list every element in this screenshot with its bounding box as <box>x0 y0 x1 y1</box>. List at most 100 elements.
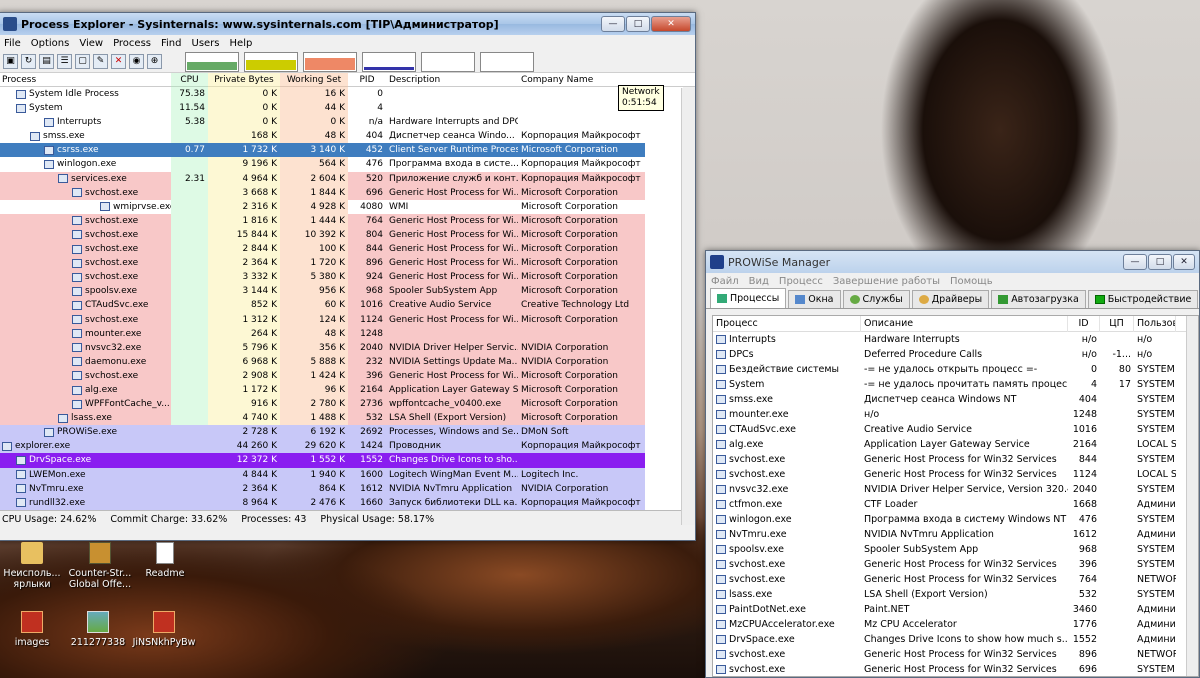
io-graph[interactable] <box>303 51 357 72</box>
table-row[interactable]: svchost.exe 1 816 K1 444 K 764 Generic Host… <box>0 213 683 228</box>
list-item[interactable]: svchost.exe Generic Host Process for Win3… <box>713 467 1198 482</box>
col-private-bytes[interactable]: Private Bytes <box>208 72 280 87</box>
menu-find[interactable]: Find <box>156 38 187 49</box>
table-row[interactable]: svchost.exe 2 364 K1 720 K 896 Generic Host… <box>0 256 683 271</box>
list-item[interactable]: smss.exe Диспетчер сеанса Windows NT 404 SY… <box>713 392 1198 407</box>
col-cpu[interactable]: CPU <box>171 72 208 87</box>
pw-menu-process[interactable]: Процесс <box>774 276 828 287</box>
system-info-icon[interactable]: ▤ <box>39 54 54 69</box>
list-item[interactable]: svchost.exe Generic Host Process for Win3… <box>713 647 1198 662</box>
desktop-icon-unused-shortcuts[interactable]: Неисполь... ярлыки <box>0 542 64 590</box>
table-row[interactable]: alg.exe 1 172 K 96 K 2164 Application Layer … <box>0 382 683 398</box>
desktop-icon-jinsnkhpybw[interactable]: JiNSNkhPyBw <box>132 611 196 648</box>
pw-menu-shutdown[interactable]: Завершение работы <box>828 276 945 287</box>
tab-processes[interactable]: Процессы <box>710 288 787 308</box>
list-item[interactable]: System -= не удалось прочитать память про… <box>713 377 1198 392</box>
refresh-icon[interactable]: ↻ <box>21 54 36 69</box>
list-item[interactable]: svchost.exe Generic Host Process for Win3… <box>713 572 1198 587</box>
kill-process-icon[interactable]: ✕ <box>111 54 126 69</box>
table-row[interactable]: svchost.exe 3 668 K1 844 K 696 Generic Host… <box>0 185 683 200</box>
table-row[interactable]: wmiprvse.exe 2 316 K4 928 K 4080 WMI Microso… <box>0 199 683 214</box>
table-row[interactable]: daemonu.exe 6 968 K5 888 K 232 NVIDIA Setti… <box>0 354 683 369</box>
network-graph[interactable] <box>362 51 416 72</box>
table-row[interactable]: services.exe 2.31 4 964 K2 604 K 520 Приложе… <box>0 171 683 186</box>
menu-users[interactable]: Users <box>187 38 225 49</box>
commit-graph[interactable] <box>244 51 298 72</box>
list-item[interactable]: Interrupts Hardware Interrupts н/о н/о <box>713 332 1198 347</box>
tree-view-icon[interactable]: ☰ <box>57 54 72 69</box>
close-button[interactable]: ✕ <box>651 16 691 32</box>
desktop-icon-csgo[interactable]: Counter-Str... Global Offe... <box>68 542 132 590</box>
table-row[interactable]: CTAudSvc.exe 852 K 60 K 1016 Creative Audio … <box>0 298 683 313</box>
tab-performance[interactable]: Быстродействие <box>1087 290 1199 308</box>
list-item[interactable]: nvsvc32.exe NVIDIA Driver Helper Service,… <box>713 482 1198 497</box>
maximize-button[interactable]: □ <box>626 16 650 32</box>
desktop-icon-211277338[interactable]: 211277338 <box>66 611 130 648</box>
list-item[interactable]: svchost.exe Generic Host Process for Win3… <box>713 452 1198 467</box>
pw-col-cpu[interactable]: ЦП <box>1100 316 1134 332</box>
list-item[interactable]: ctfmon.exe CTF Loader 1668 Админист <box>713 497 1198 512</box>
process-explorer-window[interactable]: Process Explorer - Sysinternals: www.sys… <box>0 12 696 541</box>
prowise-manager-window[interactable]: PROWiSe Manager — □ ✕ Файл Вид Процесс З… <box>705 250 1200 678</box>
pw-col-process[interactable]: Процесс <box>713 316 861 332</box>
list-item[interactable]: alg.exe Application Layer Gateway Service… <box>713 437 1198 452</box>
tab-drivers[interactable]: Драйверы <box>911 290 990 308</box>
pw-menu-file[interactable]: Файл <box>706 276 744 287</box>
gpu-graph[interactable] <box>480 51 534 72</box>
pw-vertical-scrollbar[interactable] <box>1186 316 1198 676</box>
target-icon[interactable]: ⊕ <box>147 54 162 69</box>
table-row[interactable]: csrss.exe 0.77 1 732 K3 140 K 452 Client Ser… <box>0 143 683 158</box>
table-row[interactable]: rundll32.exe 8 964 K2 476 K 1660 Запуск биб… <box>0 495 683 510</box>
table-row[interactable]: lsass.exe 4 740 K1 488 K 532 LSA Shell (Exp… <box>0 411 683 426</box>
pw-menu-help[interactable]: Помощь <box>945 276 998 287</box>
table-row[interactable]: explorer.exe 44 260 K 29 620 K 1424 Проводни… <box>0 439 683 454</box>
list-item[interactable]: svchost.exe Generic Host Process for Win3… <box>713 557 1198 572</box>
save-icon[interactable]: ▣ <box>3 54 18 69</box>
table-row[interactable]: svchost.exe 3 332 K5 380 K 924 Generic Host… <box>0 270 683 285</box>
pw-col-description[interactable]: Описание <box>861 316 1068 332</box>
desktop-icon-readme[interactable]: Readme <box>133 542 197 579</box>
table-row[interactable]: svchost.exe 15 844 K 10 392 K 804 Generic Ho… <box>0 227 683 243</box>
table-row[interactable]: LWEMon.exe 4 844 K1 940 K 1600 Logitech Win… <box>0 467 683 482</box>
col-process[interactable]: Process <box>0 73 171 87</box>
properties-icon[interactable]: ✎ <box>93 54 108 69</box>
list-item[interactable]: lsass.exe LSA Shell (Export Version) 532 SY… <box>713 587 1198 602</box>
pw-col-id[interactable]: ID <box>1068 316 1100 332</box>
pw-minimize-button[interactable]: — <box>1123 254 1147 270</box>
list-item[interactable]: Бездействие системы -= не удалось открыть… <box>713 362 1198 377</box>
pw-col-user[interactable]: Пользов <box>1134 316 1176 332</box>
menu-view[interactable]: View <box>74 38 108 49</box>
table-row[interactable]: System Idle Process 75.38 0 K 16 K 0 <box>0 87 683 102</box>
table-row[interactable]: svchost.exe 1 312 K 124 K 1124 Generic Host … <box>0 312 683 327</box>
table-row[interactable]: winlogon.exe 9 196 K 564 K 476 Программа вхо… <box>0 157 683 172</box>
table-row[interactable]: svchost.exe 2 844 K 100 K 844 Generic Host P… <box>0 242 683 257</box>
menu-help[interactable]: Help <box>225 38 258 49</box>
menu-file[interactable]: File <box>0 38 26 49</box>
pe-process-list[interactable]: System Idle Process 75.38 0 K 16 K 0 System 11… <box>0 87 683 510</box>
desktop-icon-images[interactable]: images <box>0 611 64 648</box>
tab-services[interactable]: Службы <box>842 290 910 308</box>
col-description[interactable]: Description <box>386 73 518 87</box>
pw-menu-view[interactable]: Вид <box>744 276 774 287</box>
table-row[interactable]: svchost.exe 2 908 K1 424 K 396 Generic Host… <box>0 368 683 383</box>
pe-vertical-scrollbar[interactable] <box>681 88 695 525</box>
disk-graph[interactable] <box>421 51 475 72</box>
col-pid[interactable]: PID <box>348 73 386 87</box>
list-item[interactable]: svchost.exe Generic Host Process for Win3… <box>713 662 1198 676</box>
list-item[interactable]: NvTmru.exe NVIDIA NvTmru Application 1612 А… <box>713 527 1198 542</box>
pw-process-list[interactable]: Interrupts Hardware Interrupts н/о н/о DPCs D… <box>713 332 1198 676</box>
col-working-set[interactable]: Working Set <box>280 72 348 87</box>
table-row[interactable]: WPFFontCache_v... 916 K2 780 K 2736 wpffont… <box>0 397 683 412</box>
menu-options[interactable]: Options <box>26 38 75 49</box>
table-row[interactable]: nvsvc32.exe 5 796 K 356 K 2040 NVIDIA Driver… <box>0 340 683 355</box>
pw-close-button[interactable]: ✕ <box>1173 254 1195 270</box>
pe-titlebar[interactable]: Process Explorer - Sysinternals: www.sys… <box>0 13 695 35</box>
table-row[interactable]: smss.exe 168 K 48 K 404 Диспетчер сеанса Win… <box>0 129 683 144</box>
tab-windows[interactable]: Окна <box>788 290 841 308</box>
table-row[interactable]: PROWiSe.exe 2 728 K6 192 K 2692 Processes, … <box>0 425 683 440</box>
pw-titlebar[interactable]: PROWiSe Manager — □ ✕ <box>706 251 1199 273</box>
window-icon[interactable]: ▢ <box>75 54 90 69</box>
cpu-graph[interactable] <box>185 51 239 72</box>
list-item[interactable]: CTAudSvc.exe Creative Audio Service 1016 SY… <box>713 422 1198 437</box>
list-item[interactable]: PaintDotNet.exe Paint.NET 3460 Админист <box>713 602 1198 617</box>
